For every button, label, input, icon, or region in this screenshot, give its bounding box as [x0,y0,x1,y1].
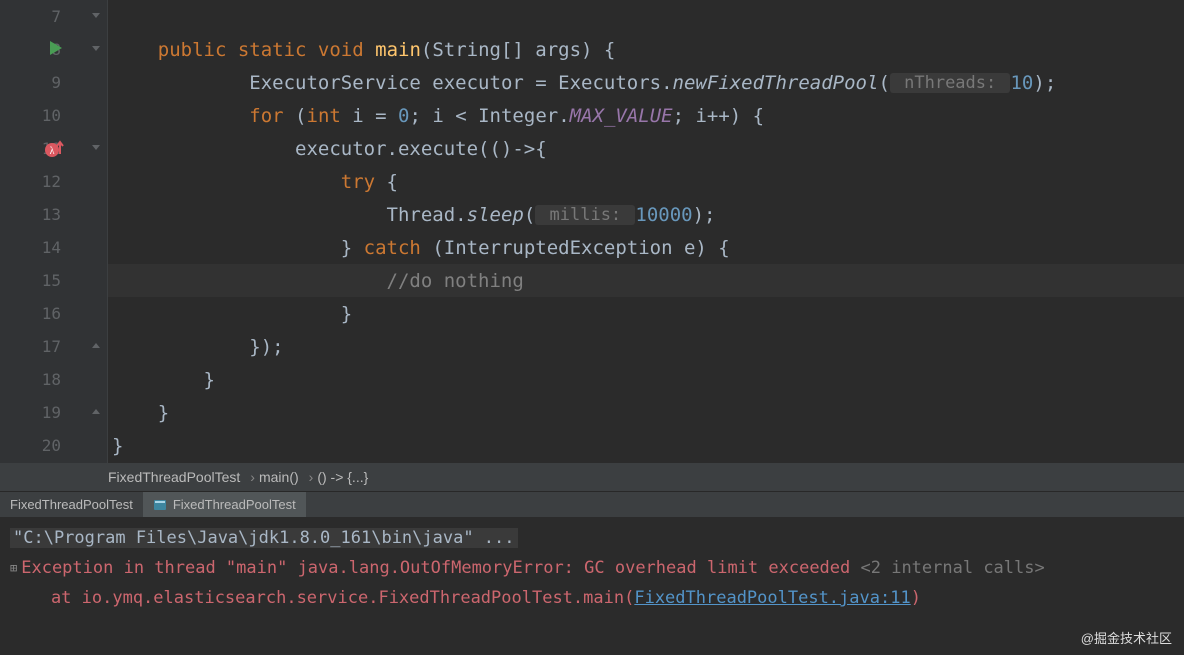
gutter-row[interactable]: 18 [0,363,107,396]
editor-area: 7 8 9 10 11 λ [0,0,1184,463]
run-icon[interactable] [50,41,62,59]
gutter-row[interactable]: 9 [0,66,107,99]
expand-icon[interactable]: ⊞ [10,561,17,575]
line-number: 7 [51,7,61,26]
tab-run-config-active[interactable]: FixedThreadPoolTest [143,492,306,517]
line-number: 14 [42,238,61,257]
tab-label: FixedThreadPoolTest [10,497,133,512]
line-number: 13 [42,205,61,224]
svg-text:λ: λ [50,146,55,157]
code-line[interactable]: } catch (InterruptedException e) { [108,231,1184,264]
application-icon [153,498,167,512]
parameter-hint: millis: [535,205,635,225]
code-line[interactable]: ExecutorService executor = Executors.new… [108,66,1184,99]
gutter-row[interactable]: 7 [0,0,107,33]
gutter-row[interactable]: 20 [0,429,107,462]
gutter-row[interactable]: 12 [0,165,107,198]
line-number: 19 [42,403,61,422]
fold-icon[interactable] [89,142,103,156]
line-number: 20 [42,436,61,455]
fold-up-icon[interactable] [89,406,103,420]
fold-icon[interactable] [89,10,103,24]
run-tabs: FixedThreadPoolTest FixedThreadPoolTest [0,491,1184,517]
line-number: 12 [42,172,61,191]
gutter-row[interactable]: 14 [0,231,107,264]
code-line[interactable]: executor.execute(()->{ [108,132,1184,165]
stacktrace-link[interactable]: FixedThreadPoolTest.java:11 [634,588,910,608]
code-line[interactable]: for (int i = 0; i < Integer.MAX_VALUE; i… [108,99,1184,132]
breadcrumb-item[interactable]: FixedThreadPoolTest [108,469,240,485]
code-line[interactable]: } [108,363,1184,396]
console-error: ⊞Exception in thread "main" java.lang.Ou… [10,553,1174,583]
code-area[interactable]: public static void main(String[] args) {… [108,0,1184,463]
breadcrumb-item[interactable]: main() [259,469,299,485]
code-line[interactable]: } [108,429,1184,462]
line-number: 17 [42,337,61,356]
line-number: 18 [42,370,61,389]
console-output[interactable]: "C:\Program Files\Java\jdk1.8.0_161\bin\… [0,517,1184,655]
gutter: 7 8 9 10 11 λ [0,0,108,463]
parameter-hint: nThreads: [890,73,1011,93]
code-line[interactable]: Thread.sleep( millis: 10000); [108,198,1184,231]
gutter-row[interactable]: 19 [0,396,107,429]
code-line-active[interactable]: //do nothing [108,264,1184,297]
line-number: 9 [51,73,61,92]
breadcrumb: FixedThreadPoolTest › main() › () -> {..… [0,463,1184,491]
line-number: 16 [42,304,61,323]
code-line[interactable]: }); [108,330,1184,363]
fold-up-icon[interactable] [89,340,103,354]
breadcrumb-item[interactable]: () -> {...} [317,469,368,485]
gutter-row[interactable]: 16 [0,297,107,330]
breadcrumb-separator: › [309,469,314,485]
console-command: "C:\Program Files\Java\jdk1.8.0_161\bin\… [10,523,1174,553]
gutter-row[interactable]: 17 [0,330,107,363]
tab-run-config[interactable]: FixedThreadPoolTest [0,492,143,517]
code-line[interactable]: public static void main(String[] args) { [108,33,1184,66]
code-line[interactable] [108,0,1184,33]
gutter-row[interactable]: 13 [0,198,107,231]
watermark: @掘金技术社区 [1081,628,1172,647]
code-line[interactable]: try { [108,165,1184,198]
breadcrumb-separator: › [250,469,255,485]
fold-icon[interactable] [89,43,103,57]
line-number: 15 [42,271,61,290]
console-stacktrace: at io.ymq.elasticsearch.service.FixedThr… [10,583,1174,613]
gutter-row[interactable]: 10 [0,99,107,132]
tab-label: FixedThreadPoolTest [173,497,296,512]
breakpoint-lambda-icon[interactable]: λ [44,138,66,160]
code-line[interactable]: } [108,297,1184,330]
gutter-row[interactable]: 11 λ [0,132,107,165]
code-line[interactable]: } [108,396,1184,429]
gutter-row[interactable]: 15 [0,264,107,297]
line-number: 10 [42,106,61,125]
gutter-row[interactable]: 8 [0,33,107,66]
